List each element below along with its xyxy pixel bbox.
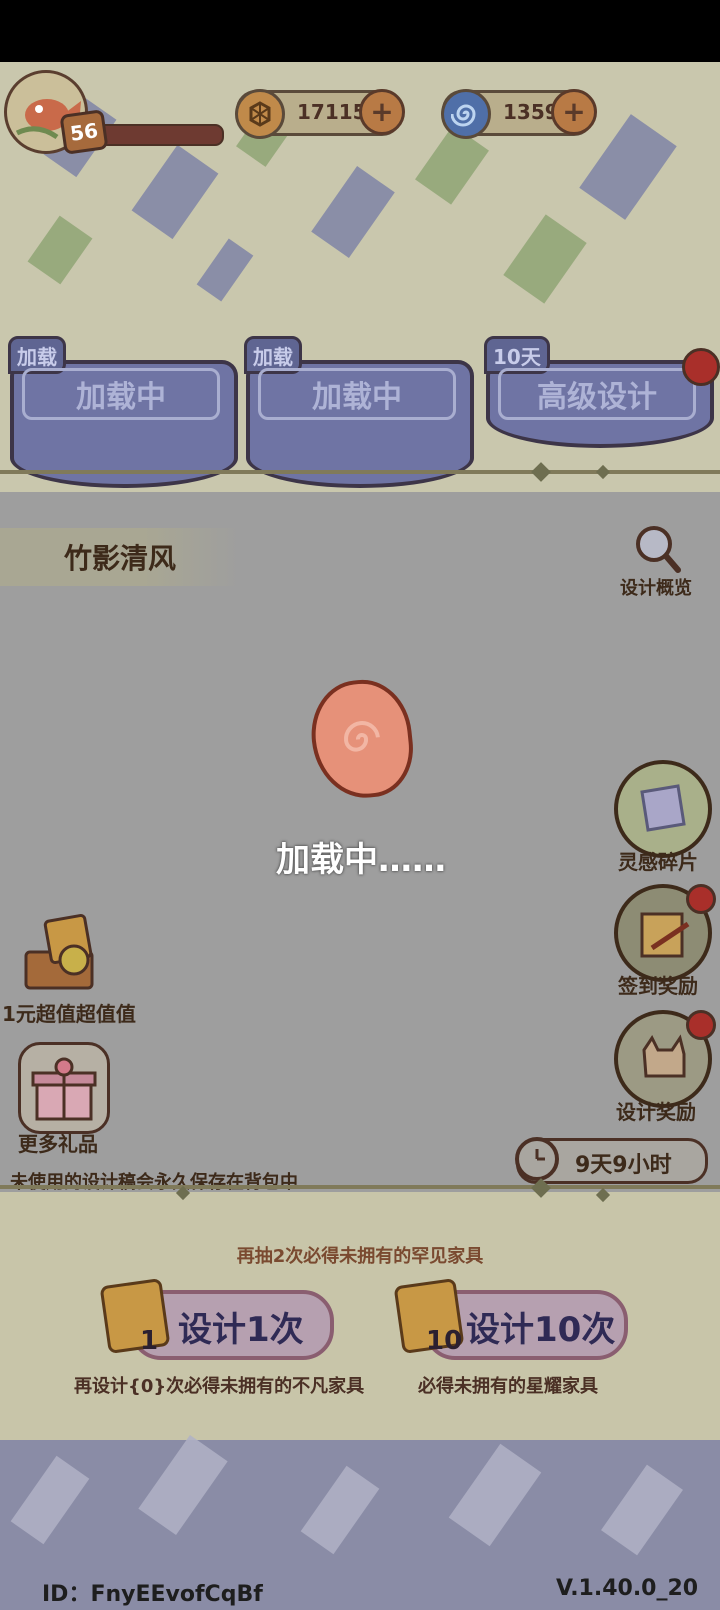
add-gold-button[interactable]: + — [359, 89, 405, 135]
inspiration-shards-label: 灵感碎片 — [618, 850, 698, 874]
more-gifts-label: 更多礼品 — [18, 1132, 98, 1156]
gold-amount: 17115 — [297, 100, 367, 124]
bg-shard — [196, 238, 254, 302]
bg-shard — [311, 166, 395, 258]
gift-box-icon — [31, 1057, 97, 1121]
tab-label: 加载中 — [22, 368, 220, 420]
bg-shard — [300, 1465, 380, 1555]
bg-shard — [10, 1455, 90, 1545]
bg-shard — [579, 114, 677, 220]
level-badge: 56 — [59, 109, 109, 155]
checkin-reward-button[interactable] — [614, 884, 716, 982]
timer-text: 9天9小时 — [575, 1153, 672, 1178]
tab-label: 加载中 — [258, 368, 456, 420]
bg-shard — [601, 1464, 683, 1556]
bg-shard — [415, 125, 489, 205]
status-bar — [0, 0, 720, 62]
experience-bar — [92, 124, 224, 146]
design-overview-label: 设计概览 — [620, 578, 692, 599]
design-once-label: 设计1次 — [178, 1310, 304, 1350]
inspiration-shards-button[interactable] — [614, 760, 712, 858]
scroll-count: 10 — [426, 1326, 463, 1356]
design-scroll-icon — [99, 1278, 171, 1354]
value-pack-button[interactable] — [18, 912, 100, 996]
add-gems-button[interactable]: + — [551, 89, 597, 135]
design-series-title: 竹影清风 — [0, 528, 240, 586]
inspiration-shards-icon — [640, 784, 686, 832]
tab-advanced-design[interactable]: 10天 高级设计 — [484, 336, 720, 448]
value-pack-label: 1元超值超值值 — [2, 1002, 136, 1026]
bg-shard — [131, 144, 219, 240]
design-overview-button[interactable] — [626, 522, 686, 573]
version-label: V.1.40.0_20 — [556, 1576, 699, 1601]
design-ten-note: 必得未拥有的星耀家具 — [418, 1376, 598, 1397]
magnifier-icon — [636, 526, 681, 573]
checkin-reward-label: 签到奖励 — [618, 974, 698, 998]
design-ten-label: 设计10次 — [466, 1310, 616, 1350]
scroll-count: 1 — [140, 1326, 159, 1356]
design-reward-button[interactable] — [614, 1010, 716, 1108]
gem-currency: 1359 + — [441, 89, 597, 139]
spiral-gem-icon — [441, 89, 491, 139]
clock-icon — [515, 1137, 559, 1181]
design-reward-label: 设计奖励 — [616, 1100, 696, 1124]
more-gifts-button[interactable] — [18, 1042, 110, 1134]
loading-text: 加载中…… — [276, 840, 446, 880]
notification-dot — [686, 1010, 716, 1040]
gold-currency: 17115 + — [235, 89, 405, 139]
bg-shard — [503, 214, 587, 304]
player-id: ID：FnyEEvofCqBf — [42, 1582, 263, 1607]
bg-shard — [27, 215, 93, 285]
notification-dot — [682, 348, 720, 386]
pity-counter-text: 再抽2次必得未拥有的罕见家具 — [236, 1246, 484, 1267]
design-once-note: 再设计{0}次必得未拥有的不凡家具 — [74, 1376, 365, 1397]
tab-label: 高级设计 — [498, 368, 696, 420]
top-divider — [0, 470, 720, 474]
gold-coin-icon — [235, 89, 285, 139]
notification-dot — [686, 884, 716, 914]
tab-loading-1[interactable]: 加载 加载中 — [8, 336, 238, 488]
bg-shard — [448, 1443, 542, 1547]
bottom-divider — [0, 1185, 720, 1189]
bg-shard — [138, 1434, 228, 1536]
treasure-chest-icon — [24, 913, 94, 990]
storage-hint: 未使用的设计稿会永久保存在背包中 — [10, 1172, 298, 1193]
loading-spiral-icon — [306, 675, 418, 803]
tab-loading-2[interactable]: 加载 加载中 — [244, 336, 474, 488]
event-timer: 9天9小时 — [515, 1137, 708, 1184]
